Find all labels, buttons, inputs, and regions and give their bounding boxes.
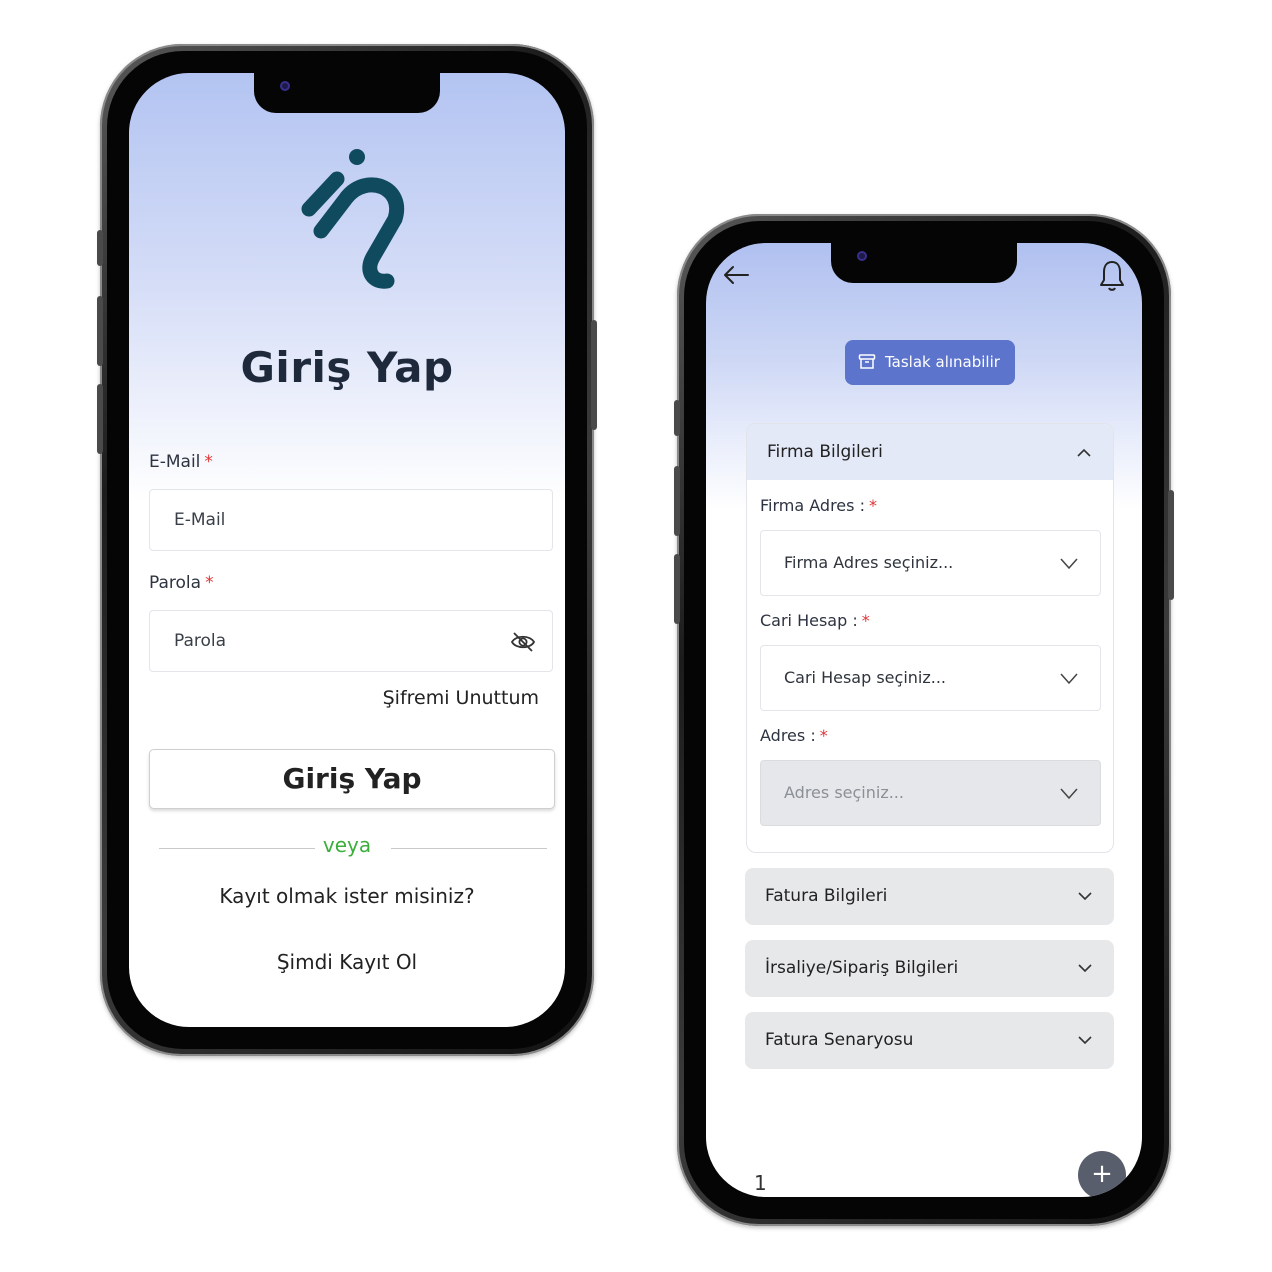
required-asterisk: * [204,452,213,472]
required-asterisk: * [861,611,870,630]
password-label: Parola * [149,573,214,593]
fatura-senaryosu-section[interactable]: Fatura Senaryosu [745,1012,1114,1069]
volume-down-button [674,554,680,624]
power-button [1168,490,1174,600]
required-asterisk: * [868,496,877,515]
email-label-text: E-Mail [149,452,201,472]
phone-frame-login: Giriş Yap E-Mail * E-Mail Parola * Parola … [97,44,597,1056]
bell-icon[interactable] [1098,259,1126,293]
page-number[interactable]: 1 [754,1171,767,1195]
volume-down-button [97,384,103,454]
mute-switch [97,230,103,266]
required-asterisk: * [205,573,214,593]
or-divider-text: veya [322,833,372,857]
firma-adres-label: Firma Adres : * [760,496,877,515]
section-title: İrsaliye/Sipariş Bilgileri [765,958,959,978]
password-label-text: Parola [149,573,202,593]
chevron-down-icon [1078,964,1092,973]
page-title: Giriş Yap [240,343,454,392]
camera-icon [857,251,867,261]
chevron-up-icon [1077,448,1091,457]
draft-button[interactable]: Taslak alınabilir [845,340,1015,385]
firma-section-header[interactable]: Firma Bilgileri [747,424,1113,480]
required-asterisk: * [819,726,828,745]
firma-adres-placeholder: Firma Adres seçiniz... [784,553,954,572]
forgot-password-link[interactable]: Şifremi Unuttum [383,687,539,709]
password-placeholder: Parola [174,631,227,651]
power-button [591,320,597,430]
phone-bezel: Taslak alınabilir Firma Bilgileri Firma … [684,221,1164,1219]
volume-up-button [674,466,680,536]
login-screen: Giriş Yap E-Mail * E-Mail Parola * Parola … [129,73,565,1027]
app-logo [301,149,405,289]
adres-placeholder: Adres seçiniz... [784,783,904,802]
back-arrow-icon[interactable] [722,265,750,285]
login-button[interactable]: Giriş Yap [149,749,555,809]
cari-hesap-select[interactable]: Cari Hesap seçiniz... [760,645,1101,711]
chevron-down-icon [1078,892,1092,901]
fatura-bilgileri-section[interactable]: Fatura Bilgileri [745,868,1114,925]
volume-up-button [97,296,103,366]
cari-hesap-label-text: Cari Hesap : [760,611,858,630]
eye-off-icon[interactable] [510,631,536,653]
adres-select[interactable]: Adres seçiniz... [760,760,1101,826]
email-placeholder: E-Mail [174,510,226,530]
adres-label-text: Adres : [760,726,816,745]
cari-hesap-placeholder: Cari Hesap seçiniz... [784,668,947,687]
chevron-down-icon [1060,788,1078,799]
archive-icon [858,354,876,369]
add-fab-button[interactable]: + [1078,1151,1126,1197]
firma-section-title: Firma Bilgileri [767,442,883,462]
draft-button-label: Taslak alınabilir [885,353,1000,371]
notch [254,73,440,113]
firma-section-card: Firma Bilgileri Firma Adres : * Firma Adr… [746,423,1114,853]
email-label: E-Mail * [149,452,213,472]
register-question: Kayıt olmak ister misiniz? [219,884,475,908]
phone-frame-form: Taslak alınabilir Firma Bilgileri Firma … [674,214,1174,1226]
firma-adres-select[interactable]: Firma Adres seçiniz... [760,530,1101,596]
firma-adres-label-text: Firma Adres : [760,496,865,515]
chevron-down-icon [1060,673,1078,684]
phone-bezel: Giriş Yap E-Mail * E-Mail Parola * Parola … [107,51,587,1049]
invoice-form-screen: Taslak alınabilir Firma Bilgileri Firma … [706,243,1142,1197]
password-field[interactable]: Parola [149,610,553,672]
register-now-link[interactable]: Şimdi Kayıt Ol [129,950,565,974]
irsaliye-siparis-section[interactable]: İrsaliye/Sipariş Bilgileri [745,940,1114,997]
section-title: Fatura Bilgileri [765,886,888,906]
email-field[interactable]: E-Mail [149,489,553,551]
notch [831,243,1017,283]
chevron-down-icon [1060,558,1078,569]
cari-hesap-label: Cari Hesap : * [760,611,870,630]
mute-switch [674,400,680,436]
section-title: Fatura Senaryosu [765,1030,914,1050]
adres-label: Adres : * [760,726,828,745]
chevron-down-icon [1078,1036,1092,1045]
camera-icon [280,81,290,91]
